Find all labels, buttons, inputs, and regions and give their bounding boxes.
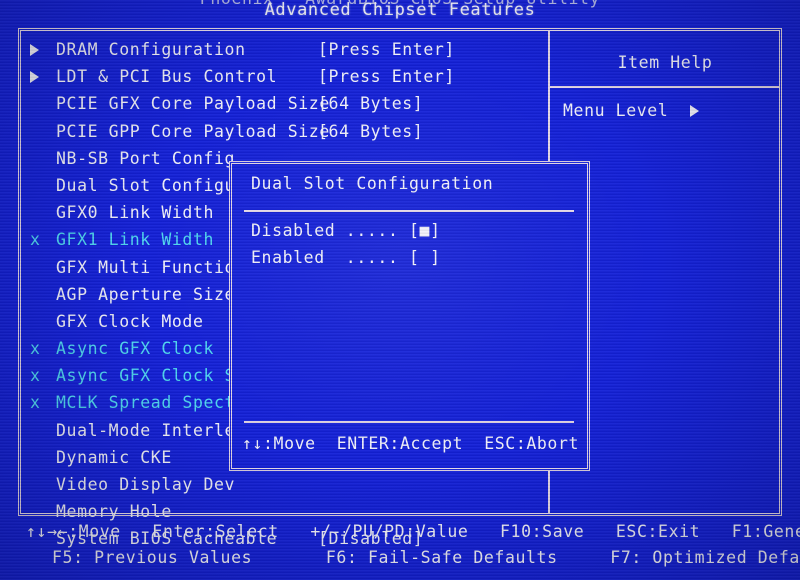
menu-level-row: Menu Level [563, 101, 700, 120]
status-bar: ↑↓→←:Move Enter:Select +/-/PU/PD:Value F… [0, 522, 800, 576]
menu-row-label: Async GFX Clock S [56, 366, 236, 386]
dialog-option-disabled[interactable]: Disabled ..... [■] [251, 221, 441, 240]
menu-row-label: Dynamic CKE [56, 447, 172, 467]
menu-row-label: GFX0 Link Width [56, 203, 215, 223]
disabled-marker-icon: x [30, 393, 41, 413]
menu-row-label: Video Display Dev [56, 475, 236, 494]
disabled-marker-icon: x [30, 339, 41, 359]
menu-row-label: AGP Aperture Size [56, 284, 236, 304]
menu-row-label: DRAM Configuration [56, 40, 246, 59]
triangle-right-icon [30, 70, 39, 83]
menu-row-label: Async GFX Clock [56, 339, 215, 359]
menu-row[interactable]: Video Display Dev [30, 475, 540, 504]
item-help-title: Item Help [617, 53, 713, 72]
menu-row-value[interactable]: [Press Enter] [318, 41, 455, 59]
menu-row-label: Memory Hole [56, 502, 172, 522]
menu-row-label: LDT & PCI Bus Control [56, 67, 278, 87]
menu-row-value[interactable]: [Press Enter] [318, 69, 455, 86]
menu-row[interactable]: PCIE GPP Core Payload Size [64 Bytes] [30, 121, 540, 151]
menu-row-label: GFX Clock Mode [56, 311, 204, 331]
triangle-right-icon [30, 43, 39, 56]
dialog-footer-hint: ↑↓:Move ENTER:Accept ESC:Abort [241, 434, 580, 453]
triangle-right-icon [30, 42, 52, 59]
status-bar-line-2: F5: Previous Values F6: Fail-Safe Defaul… [52, 548, 800, 567]
item-help-divider [550, 86, 780, 88]
menu-row-label: GFX1 Link Width [56, 230, 215, 250]
menu-row[interactable]: LDT & PCI Bus Control [Press Enter] [30, 69, 540, 96]
menu-row-label: NB-SB Port Config [56, 148, 236, 168]
menu-row[interactable]: DRAM Configuration [Press Enter] [30, 40, 540, 69]
triangle-right-icon [30, 69, 52, 86]
dual-slot-configuration-dialog[interactable]: Dual Slot Configuration Disabled ..... [… [229, 161, 590, 471]
menu-level-label: Menu Level [563, 101, 669, 120]
bios-setup-screen: Phoenix - AwardBIOS CMOS Setup Utility A… [0, 0, 800, 580]
menu-row-label: Dual-Mode Interle [56, 420, 236, 440]
disabled-marker-icon: x [30, 230, 41, 250]
dialog-title-divider [244, 210, 574, 212]
menu-row-label: GFX Multi Functio [56, 257, 236, 277]
menu-row-label: PCIE GPP Core Payload Size [56, 121, 330, 141]
menu-row[interactable]: PCIE GFX Core Payload Size [64 Bytes] [30, 96, 540, 123]
dialog-footer-divider [244, 421, 574, 423]
menu-row-value[interactable]: [64 Bytes] [318, 96, 423, 113]
menu-row-label: PCIE GFX Core Payload Size [56, 94, 330, 114]
dialog-option-enabled-text: Enabled ..... [ ] [251, 248, 441, 267]
disabled-marker-icon: x [30, 366, 41, 386]
triangle-right-icon [690, 104, 700, 117]
dialog-option-enabled[interactable]: Enabled ..... [ ] [251, 248, 441, 267]
dialog-title: Dual Slot Configuration [251, 174, 494, 193]
page-title: Advanced Chipset Features [264, 0, 536, 20]
status-bar-line-1: ↑↓→←:Move Enter:Select +/-/PU/PD:Value F… [26, 522, 800, 541]
dialog-option-disabled-text: Disabled ..... [■] [251, 221, 441, 240]
menu-row-label: MCLK Spread Spect [56, 393, 236, 413]
menu-row-label: Dual Slot Configu [56, 175, 236, 195]
menu-row-value[interactable]: [64 Bytes] [318, 123, 423, 141]
